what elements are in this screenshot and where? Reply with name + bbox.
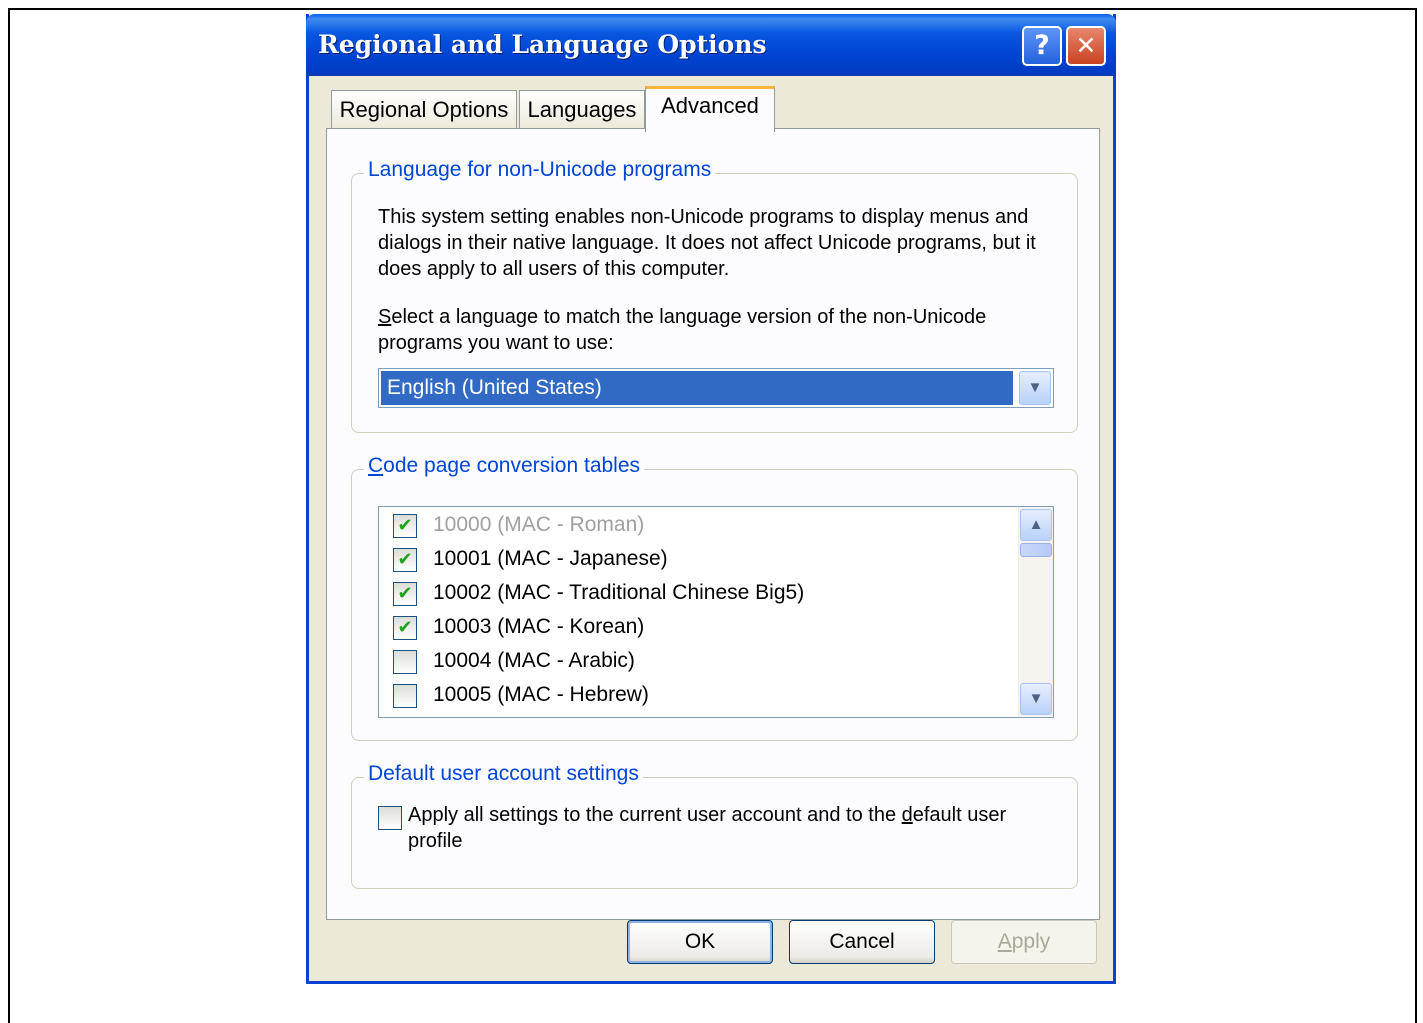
non-unicode-description: This system setting enables non-Unicode …	[378, 206, 1036, 280]
code-page-access-key: C	[368, 454, 384, 477]
chevron-up-icon[interactable]: ▲	[1020, 509, 1052, 541]
regional-language-dialog: Regional and Language Options ? ✕ Region…	[306, 14, 1116, 984]
code-page-group-title: Code page conversion tables	[364, 454, 645, 478]
code-page-checkbox-10002[interactable]: ✔	[393, 582, 417, 606]
default-user-group-title: Default user account settings	[364, 762, 643, 786]
code-page-title-text: ode page conversion tables	[383, 454, 641, 477]
tab-regional-options[interactable]: Regional Options	[331, 90, 517, 130]
code-page-checkbox-10004[interactable]	[393, 650, 417, 674]
list-item-label: 10002 (MAC - Traditional Chinese Big5)	[433, 581, 805, 604]
code-page-checkbox-10003[interactable]: ✔	[393, 616, 417, 640]
close-icon[interactable]: ✕	[1066, 26, 1106, 66]
non-unicode-group-title: Language for non-Unicode programs	[364, 158, 716, 182]
prompt-access-key: S	[378, 306, 392, 328]
chevron-down-icon[interactable]: ▼	[1019, 371, 1051, 405]
advanced-tab-panel: Language for non-Unicode programs This s…	[326, 128, 1100, 920]
prompt-text: elect a language to match the language v…	[378, 306, 987, 354]
tab-advanced[interactable]: Advanced	[645, 86, 775, 132]
list-item-label: 10001 (MAC - Japanese)	[433, 547, 668, 570]
apply-all-settings-checkbox[interactable]	[378, 806, 402, 830]
tab-languages[interactable]: Languages	[519, 90, 645, 130]
list-item-label: 10000 (MAC - Roman)	[433, 513, 645, 536]
apply-all-settings-label[interactable]: Apply all settings to the current user a…	[408, 802, 1048, 854]
list-scrollbar[interactable]: ▲ ▼	[1018, 507, 1053, 717]
chevron-down-icon[interactable]: ▼	[1020, 683, 1052, 715]
help-icon[interactable]: ?	[1022, 26, 1062, 66]
dialog-title: Regional and Language Options	[318, 30, 767, 59]
code-page-list[interactable]: ✔ 10000 (MAC - Roman) ✔ 10001 (MAC - Jap…	[378, 506, 1054, 718]
title-bar[interactable]: Regional and Language Options ? ✕	[306, 14, 1116, 76]
code-page-checkbox-10005[interactable]	[393, 684, 417, 708]
apply-label-start: Apply all settings to the current user a…	[408, 804, 902, 826]
cancel-button[interactable]: Cancel	[789, 920, 935, 964]
code-page-group: Code page conversion tables ✔ 10000 (MAC…	[351, 454, 1078, 741]
apply-button-text: pply	[1011, 930, 1051, 953]
non-unicode-group: Language for non-Unicode programs This s…	[351, 158, 1078, 433]
language-dropdown-value: English (United States)	[381, 371, 1013, 405]
language-select-prompt: Select a language to match the language …	[378, 304, 1058, 356]
default-user-group: Default user account settings Apply all …	[351, 762, 1078, 889]
language-dropdown[interactable]: English (United States) ▼	[378, 368, 1054, 408]
ok-button[interactable]: OK	[627, 920, 773, 964]
apply-label-access-key: d	[901, 804, 913, 826]
apply-access-key: A	[997, 930, 1012, 953]
code-page-checkbox-10001[interactable]: ✔	[393, 548, 417, 572]
list-item-label: 10003 (MAC - Korean)	[433, 615, 645, 638]
scrollbar-thumb[interactable]	[1020, 543, 1052, 557]
list-item-label: 10004 (MAC - Arabic)	[433, 649, 635, 672]
list-item-label: 10005 (MAC - Hebrew)	[433, 683, 649, 706]
code-page-checkbox-10000[interactable]: ✔	[393, 514, 417, 538]
apply-button[interactable]: Apply	[951, 920, 1097, 964]
